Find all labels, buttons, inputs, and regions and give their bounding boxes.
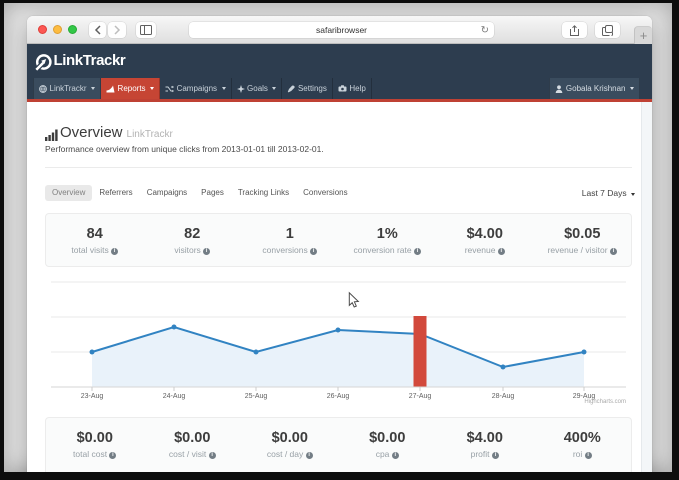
svg-text:28-Aug: 28-Aug	[492, 393, 515, 400]
svg-text:27-Aug: 27-Aug	[409, 393, 432, 400]
svg-text:24-Aug: 24-Aug	[163, 393, 186, 400]
svg-text:26-Aug: 26-Aug	[327, 393, 350, 400]
svg-text:25-Aug: 25-Aug	[245, 393, 268, 400]
svg-text:Highcharts.com: Highcharts.com	[584, 399, 626, 405]
svg-text:23-Aug: 23-Aug	[81, 393, 104, 400]
